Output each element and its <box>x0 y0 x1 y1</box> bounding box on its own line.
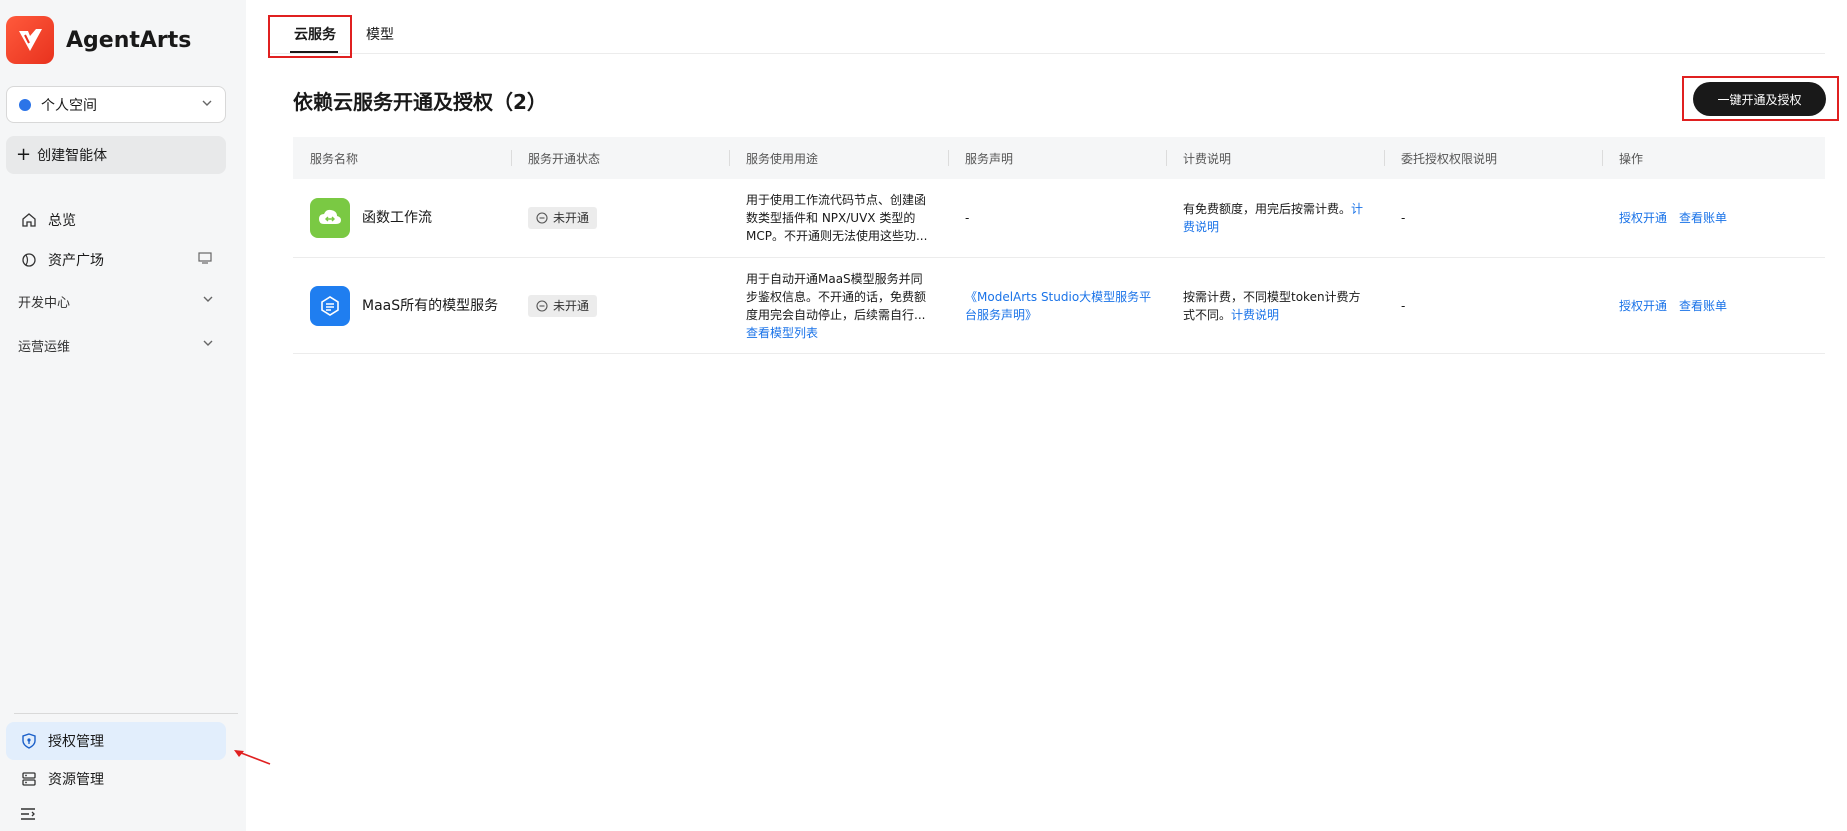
sidebar-group-dev[interactable]: 开发中心 <box>6 286 226 316</box>
usage-cell: 用于自动开通MaaS模型服务并同步鉴权信息。不开通的话，免费额度用完会自动停止，… <box>729 258 948 353</box>
status-text: 未开通 <box>553 298 590 313</box>
sidebar: AgentArts 个人空间 + 创建智能体 总览 资产广场 开发中心 运营运维 <box>0 0 246 831</box>
agentarts-logo-icon <box>6 16 54 64</box>
maas-service-icon <box>310 285 350 326</box>
sidebar-item-auth-management[interactable]: 授权管理 <box>6 722 226 760</box>
asset-icon <box>20 251 38 269</box>
brand[interactable]: AgentArts <box>6 16 191 64</box>
chevron-down-icon <box>201 97 213 113</box>
plus-icon: + <box>16 144 32 165</box>
operations-cell: 授权开通 查看账单 <box>1602 179 1825 257</box>
tab-cloud-services[interactable]: 云服务 <box>294 18 336 50</box>
operations-cell: 授权开通 查看账单 <box>1602 258 1825 353</box>
statement-cell: 《ModelArts Studio大模型服务平台服务声明》 <box>948 258 1166 353</box>
create-agent-label: 创建智能体 <box>37 148 108 164</box>
annotation-arrow-icon <box>234 750 271 765</box>
service-name-cell: MaaS所有的模型服务 <box>293 258 511 353</box>
section-title: 依赖云服务开通及授权（2） <box>293 90 547 114</box>
view-model-list-link[interactable]: 查看模型列表 <box>746 326 818 340</box>
status-badge: 未开通 <box>528 294 598 317</box>
billing-cell: 按需计费，不同模型token计费方式不同。计费说明 <box>1166 258 1384 353</box>
sidebar-item-label: 授权管理 <box>48 734 104 750</box>
resource-icon <box>20 770 38 788</box>
authorize-enable-link[interactable]: 授权开通 <box>1619 209 1667 227</box>
service-name-cell: 函数工作流 <box>293 179 511 257</box>
monitor-icon[interactable] <box>198 252 212 268</box>
shield-icon <box>20 732 38 750</box>
sidebar-group-label: 运营运维 <box>18 339 71 355</box>
service-name: 函数工作流 <box>362 210 432 226</box>
function-workflow-icon <box>310 198 350 238</box>
sidebar-divider <box>14 713 238 714</box>
column-header: 服务名称 <box>310 151 359 166</box>
usage-text: 用于使用工作流代码节点、创建函数类型插件和 NPX/UVX 类型的 MCP。不开… <box>746 193 928 243</box>
column-header: 委托授权权限说明 <box>1384 137 1602 179</box>
column-header: 操作 <box>1602 137 1825 179</box>
billing-cell: 有免费额度，用完后按需计费。计费说明 <box>1166 179 1384 257</box>
sidebar-item-assets[interactable]: 资产广场 <box>6 241 226 279</box>
workspace-label: 个人空间 <box>41 97 97 114</box>
status-badge: 未开通 <box>528 207 598 229</box>
billing-text: 有免费额度，用完后按需计费。 <box>1183 202 1352 216</box>
service-statement-link[interactable]: 《ModelArts Studio大模型服务平台服务声明》 <box>965 288 1166 324</box>
usage-text: 用于自动开通MaaS模型服务并同步鉴权信息。不开通的话，免费额度用完会自动停止，… <box>746 271 927 322</box>
column-header: 服务开通状态 <box>511 137 729 179</box>
minus-circle-icon <box>536 299 548 312</box>
tab-divider <box>270 53 1825 54</box>
status-text: 未开通 <box>553 211 590 225</box>
view-bill-link[interactable]: 查看账单 <box>1679 209 1727 227</box>
table-row: MaaS所有的模型服务 未开通 用于自动开通MaaS模型服务并同步鉴权信息。不开… <box>293 258 1825 354</box>
workspace-icon <box>19 98 31 111</box>
sidebar-item-label: 总览 <box>48 213 76 229</box>
chevron-down-icon <box>202 293 214 309</box>
brand-name: AgentArts <box>66 27 192 53</box>
delegation-cell: - <box>1401 211 1406 225</box>
table-header: 服务名称 服务开通状态 服务使用用途 服务声明 计费说明 委托授权权限说明 操作 <box>293 137 1825 179</box>
view-bill-link[interactable]: 查看账单 <box>1679 297 1727 315</box>
column-header: 服务使用用途 <box>729 137 948 179</box>
billing-link[interactable]: 计费说明 <box>1231 308 1279 322</box>
create-agent-button[interactable]: + 创建智能体 <box>6 136 226 174</box>
collapse-sidebar-icon[interactable] <box>20 806 36 825</box>
table-row: 函数工作流 未开通 用于使用工作流代码节点、创建函数类型插件和 NPX/UVX … <box>293 179 1825 258</box>
one-click-enable-button[interactable]: 一键开通及授权 <box>1693 82 1826 116</box>
authorize-enable-link[interactable]: 授权开通 <box>1619 297 1667 315</box>
delegation-cell: - <box>1401 298 1406 313</box>
workspace-selector[interactable]: 个人空间 <box>6 86 226 123</box>
sidebar-item-label: 资产广场 <box>48 253 104 269</box>
tab-models[interactable]: 模型 <box>366 18 394 50</box>
usage-cell: 用于使用工作流代码节点、创建函数类型插件和 NPX/UVX 类型的 MCP。不开… <box>729 179 948 257</box>
sidebar-item-resource-management[interactable]: 资源管理 <box>6 760 226 798</box>
chevron-down-icon <box>202 337 214 353</box>
column-header: 计费说明 <box>1166 137 1384 179</box>
home-icon <box>20 211 38 229</box>
services-table: 服务名称 服务开通状态 服务使用用途 服务声明 计费说明 委托授权权限说明 操作… <box>293 137 1825 354</box>
tab-bar: 云服务 模型 <box>270 18 424 50</box>
column-header: 服务声明 <box>948 137 1166 179</box>
sidebar-item-label: 资源管理 <box>48 772 104 788</box>
minus-circle-icon <box>536 212 548 224</box>
status-cell: 未开通 <box>511 258 729 353</box>
status-cell: 未开通 <box>511 179 729 257</box>
service-name: MaaS所有的模型服务 <box>362 297 499 314</box>
sidebar-item-overview[interactable]: 总览 <box>6 201 226 239</box>
statement-cell: - <box>965 211 970 225</box>
sidebar-group-label: 开发中心 <box>18 295 71 311</box>
sidebar-group-ops[interactable]: 运营运维 <box>6 330 226 360</box>
